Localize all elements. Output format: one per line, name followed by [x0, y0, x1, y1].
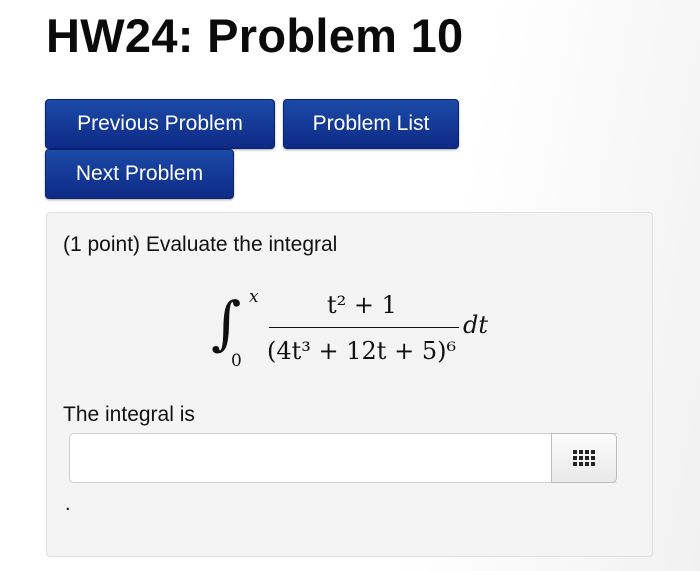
previous-problem-button[interactable]: Previous Problem [45, 99, 275, 149]
integral-formula: ∫ x 0 t² + 1 (4t³ + 12t + 5)⁶ dt [197, 273, 497, 383]
problem-prompt: (1 point) Evaluate the integral [63, 233, 338, 256]
trailing-period: . [65, 493, 71, 515]
grid-icon [573, 450, 595, 466]
lower-limit: 0 [231, 351, 242, 371]
fraction-bar [269, 327, 459, 328]
integrand-denominator: (4t³ + 12t + 5)⁶ [267, 337, 457, 365]
page-title: HW24: Problem 10 [46, 9, 464, 62]
problem-panel: (1 point) Evaluate the integral ∫ x 0 t²… [46, 212, 653, 557]
next-problem-button[interactable]: Next Problem [45, 149, 234, 199]
differential: dt [463, 311, 489, 339]
upper-limit: x [249, 287, 259, 307]
integrand-numerator: t² + 1 [327, 291, 397, 319]
equation-palette-button[interactable] [551, 433, 617, 483]
answer-label: The integral is [63, 403, 195, 426]
problem-list-button[interactable]: Problem List [283, 99, 459, 149]
answer-input[interactable] [69, 433, 617, 483]
